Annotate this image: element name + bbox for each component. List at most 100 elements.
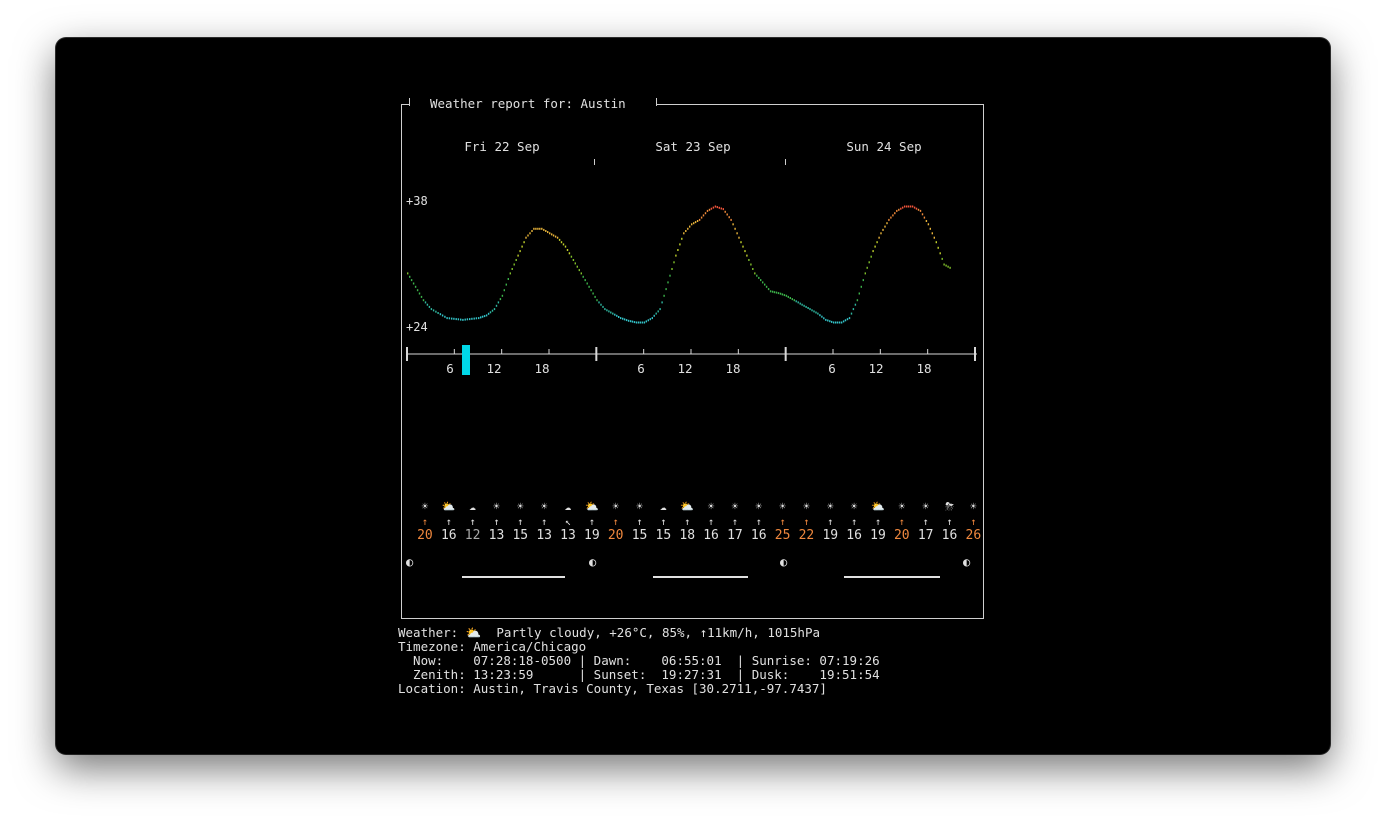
temperature-point — [760, 279, 762, 282]
temperature-point — [537, 227, 539, 230]
wind-speed-row: 20 16 12 13 15 13 13 19 20 15 15 18 16 1… — [413, 528, 985, 543]
temperature-point — [681, 237, 683, 240]
temperature-point — [531, 230, 533, 232]
temperature-point — [618, 316, 620, 318]
temperature-point — [572, 259, 575, 261]
temperature-point — [854, 303, 857, 306]
wind-arrow-icon: ↑ — [731, 517, 738, 528]
weather-icon: ☀ — [850, 500, 858, 513]
temperature-point — [671, 268, 673, 270]
temperature-point — [898, 208, 900, 211]
temperature-point — [574, 262, 576, 265]
temperature-point — [872, 250, 874, 253]
temperature-point — [437, 312, 439, 314]
daylight-bar — [653, 576, 748, 578]
wind-speed: 20 — [893, 528, 910, 543]
temperature-point — [833, 321, 835, 324]
location-line: Location: Austin, Travis County, Texas [… — [398, 681, 827, 696]
moon-phase-icon: ◐ — [780, 555, 788, 569]
temperature-point — [892, 214, 894, 217]
temperature-point — [475, 317, 478, 320]
wind-arrow-icon: ↑ — [970, 517, 977, 528]
temperature-point — [627, 319, 630, 322]
current-weather-line: Weather: ⛅ Partly cloudy, +26°C, 85%, ↑1… — [398, 625, 820, 640]
wind-speed: 19 — [584, 528, 600, 543]
temperature-point — [588, 285, 590, 288]
temperature-point — [795, 300, 797, 303]
temperature-point — [620, 317, 622, 320]
temperature-point — [661, 301, 663, 304]
temperature-point — [710, 207, 713, 210]
temperature-point — [507, 278, 509, 280]
temperature-point — [886, 222, 888, 225]
wind-arrow-icon: ↑ — [469, 517, 476, 528]
temperature-point — [789, 297, 791, 299]
wind-speed: 25 — [774, 528, 791, 543]
temperature-point — [635, 321, 638, 324]
hour-label-12-day2: 12 — [677, 361, 693, 376]
temperature-point — [698, 218, 701, 221]
temperature-point — [592, 292, 594, 295]
temperature-point — [775, 291, 778, 294]
wind-speed: 16 — [846, 528, 862, 543]
temperature-point — [525, 236, 527, 239]
temperature-point — [724, 210, 726, 213]
wind-arrow-icon: ↑ — [660, 517, 667, 528]
temperature-point — [464, 318, 466, 321]
temperature-point — [521, 245, 523, 248]
timezone-line: Timezone: America/Chicago — [398, 639, 587, 654]
temperature-point — [582, 275, 584, 278]
temperature-point — [432, 309, 435, 312]
temperature-point — [848, 317, 851, 320]
weather-icon: ☁ — [469, 500, 476, 513]
temperature-point — [738, 236, 740, 239]
temperature-point — [487, 312, 490, 315]
temperature-point — [691, 223, 693, 226]
temperature-point — [927, 223, 930, 226]
wind-speed: 17 — [727, 528, 743, 543]
weather-icon: ⛅ — [871, 500, 885, 513]
temperature-point — [560, 241, 563, 244]
temperature-point — [457, 318, 460, 321]
temperature-point — [653, 314, 655, 317]
wind-speed: 19 — [822, 528, 839, 543]
temperature-point — [687, 227, 689, 230]
temperature-point — [937, 246, 939, 249]
temperature-point — [754, 272, 756, 275]
temperature-point — [769, 290, 772, 293]
temperature-point — [677, 249, 679, 251]
temperature-point — [896, 209, 898, 212]
wind-speed: 20 — [607, 528, 624, 543]
temperature-point — [915, 207, 918, 210]
temperature-point — [919, 209, 922, 212]
temperature-point — [815, 311, 817, 314]
temperature-point — [424, 301, 427, 304]
temperature-point — [706, 209, 709, 212]
temperature-point — [773, 291, 776, 294]
temperature-point — [730, 218, 732, 221]
temperature-point — [876, 241, 878, 244]
temperature-point — [805, 305, 807, 308]
temperature-point — [430, 308, 433, 311]
wind-speed: 22 — [798, 528, 815, 543]
temperature-point — [787, 295, 789, 298]
wind-arrow-icon: ↑ — [493, 517, 500, 528]
temperature-point — [935, 241, 937, 244]
temperature-point — [884, 225, 886, 228]
temperature-point — [683, 232, 685, 235]
wind-speed: 17 — [917, 528, 934, 543]
temperature-point — [600, 303, 602, 306]
weather-icon: ☀ — [707, 500, 715, 513]
temperature-point — [469, 318, 471, 321]
temperature-point — [551, 233, 553, 236]
temperature-point — [612, 312, 614, 315]
temperature-point — [414, 285, 417, 288]
temperature-point — [517, 254, 519, 257]
weather-icon: ☀ — [516, 500, 524, 513]
temperature-point — [446, 317, 448, 320]
temperature-point — [523, 241, 525, 244]
wind-arrow-icon: ↑ — [612, 517, 619, 528]
temperature-point — [718, 206, 720, 209]
wind-speed: 15 — [512, 528, 529, 543]
temperature-point — [426, 303, 429, 306]
